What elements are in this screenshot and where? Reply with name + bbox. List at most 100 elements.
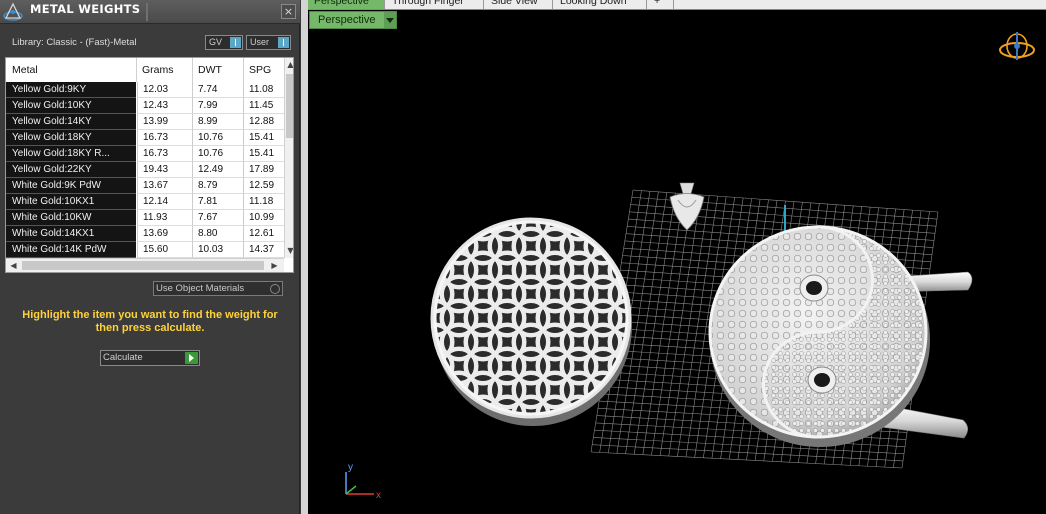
library-label: Library: Classic - (Fast)-Metal: [12, 37, 137, 48]
scroll-down-icon[interactable]: ▼: [286, 246, 293, 256]
grams-cell: 16.73: [137, 130, 192, 146]
column-header-grams[interactable]: Grams: [142, 64, 174, 76]
tab-perspective[interactable]: Perspective: [308, 0, 385, 9]
dwt-cell: 10.76: [192, 146, 243, 162]
y-axis-label: y: [348, 462, 353, 473]
scroll-right-icon[interactable]: ▶: [270, 261, 279, 271]
table-row[interactable]: White Gold:14K PdW 15.60 10.03 14.37: [6, 242, 284, 258]
user-toggle[interactable]: User: [246, 35, 291, 50]
spg-cell: 11.18: [243, 194, 284, 210]
metal-cell: Yellow Gold:18KY R...: [6, 146, 136, 162]
chevron-down-icon: [384, 12, 396, 28]
tab-side-view[interactable]: Side View: [485, 0, 553, 9]
table-header: Metal Grams DWT SPG: [6, 58, 284, 82]
metal-cell: White Gold:9K PdW: [6, 178, 136, 194]
spg-cell: 12.61: [243, 226, 284, 242]
tab-looking-down[interactable]: Looking Down: [554, 0, 647, 9]
spg-cell: 12.88: [243, 114, 284, 130]
tab-through-finger[interactable]: Through Finger: [386, 0, 484, 9]
view-cube-gizmo-icon[interactable]: [999, 32, 1035, 60]
metal-cell: White Gold:14KX1: [6, 226, 136, 242]
dwt-cell: 10.76: [192, 130, 243, 146]
grams-cell: 12.43: [137, 98, 192, 114]
x-axis-label: x: [376, 490, 381, 501]
table-row[interactable]: Yellow Gold:10KY 12.43 7.99 11.45: [6, 98, 284, 114]
vertical-scroll-thumb[interactable]: [286, 74, 293, 138]
use-object-materials-label: Use Object Materials: [156, 283, 245, 294]
metal-cell: Yellow Gold:9KY: [6, 82, 136, 98]
column-header-dwt[interactable]: DWT: [198, 64, 222, 76]
table-row[interactable]: Yellow Gold:9KY 12.03 7.74 11.08: [6, 82, 284, 98]
grams-cell: 16.73: [137, 146, 192, 162]
spg-cell: 10.99: [243, 210, 284, 226]
3d-scene[interactable]: y x: [308, 0, 1046, 514]
table-row[interactable]: Yellow Gold:18KY 16.73 10.76 15.41: [6, 130, 284, 146]
spg-cell: 15.41: [243, 146, 284, 162]
table-row[interactable]: Yellow Gold:14KY 13.99 8.99 12.88: [6, 114, 284, 130]
panel-titlebar[interactable]: METAL WEIGHTS ×: [0, 0, 300, 24]
column-divider: [136, 58, 137, 82]
view-mode-dropdown[interactable]: Perspective: [309, 11, 397, 29]
horizontal-scrollbar[interactable]: ◀ ▶: [6, 258, 284, 272]
flower-of-life-pendant[interactable]: [394, 181, 669, 456]
close-button[interactable]: ×: [281, 4, 296, 19]
bail-model[interactable]: [669, 182, 705, 231]
dwt-cell: 12.49: [192, 162, 243, 178]
spg-cell: 12.59: [243, 178, 284, 194]
play-arrow-icon: [185, 352, 198, 364]
metal-table: Metal Grams DWT SPG Yellow Gold:9KY 12.03…: [5, 57, 294, 273]
toggle-switch-icon: [230, 37, 241, 48]
gv-toggle-label: GV: [209, 37, 223, 47]
grams-cell: 13.69: [137, 226, 192, 242]
user-toggle-label: User: [250, 37, 270, 47]
grams-cell: 12.14: [137, 194, 192, 210]
table-body: Yellow Gold:9KY 12.03 7.74 11.08 Yellow Gold…: [6, 82, 284, 258]
metal-cell: White Gold:10KX1: [6, 194, 136, 210]
table-row[interactable]: White Gold:10KW 11.93 7.67 10.99: [6, 210, 284, 226]
column-divider: [192, 58, 193, 82]
view-mode-label: Perspective: [318, 14, 376, 26]
table-row[interactable]: Yellow Gold:18KY R... 16.73 10.76 15.41: [6, 146, 284, 162]
use-object-materials-toggle[interactable]: Use Object Materials: [153, 281, 283, 296]
grams-cell: 13.67: [137, 178, 192, 194]
table-row[interactable]: White Gold:14KX1 13.69 8.80 12.61: [6, 226, 284, 242]
add-view-button[interactable]: +: [648, 0, 674, 9]
table-row[interactable]: White Gold:9K PdW 13.67 8.79 12.59: [6, 178, 284, 194]
metal-cell: Yellow Gold:22KY: [6, 162, 136, 178]
column-divider: [243, 58, 244, 82]
dwt-cell: 8.99: [192, 114, 243, 130]
dwt-cell: 7.67: [192, 210, 243, 226]
scroll-left-icon[interactable]: ◀: [9, 261, 18, 271]
table-row[interactable]: Yellow Gold:22KY 19.43 12.49 17.89: [6, 162, 284, 178]
metal-weights-panel: METAL WEIGHTS × Library: Classic - (Fast…: [0, 0, 300, 514]
radio-icon: [270, 284, 280, 294]
column-header-spg[interactable]: SPG: [249, 64, 271, 76]
metal-cell: Yellow Gold:14KY: [6, 114, 136, 130]
horizontal-scroll-thumb[interactable]: [22, 261, 264, 270]
dwt-cell: 7.74: [192, 82, 243, 98]
instruction-text: Highlight the item you want to find the …: [22, 309, 278, 334]
app-logo-icon: [3, 2, 23, 21]
table-row[interactable]: White Gold:10KX1 12.14 7.81 11.18: [6, 194, 284, 210]
panel-splitter[interactable]: [301, 0, 308, 514]
panel-title: METAL WEIGHTS: [30, 2, 141, 16]
grams-cell: 13.99: [137, 114, 192, 130]
grams-cell: 11.93: [137, 210, 192, 226]
scroll-up-icon[interactable]: ▲: [286, 60, 293, 70]
dwt-cell: 10.03: [192, 242, 243, 258]
spg-cell: 15.41: [243, 130, 284, 146]
calculate-button[interactable]: Calculate: [100, 350, 200, 366]
metal-cell: White Gold:10KW: [6, 210, 136, 226]
gv-toggle[interactable]: GV: [205, 35, 243, 50]
3d-viewport[interactable]: y x Perspective Through Finger Side View…: [308, 0, 1046, 514]
title-divider: [146, 3, 148, 21]
column-header-metal[interactable]: Metal: [12, 64, 38, 76]
yin-yang-pendant[interactable]: [708, 225, 930, 447]
metal-cell: White Gold:14K PdW: [6, 242, 136, 258]
axis-indicator: y x: [345, 462, 381, 501]
dwt-cell: 7.99: [192, 98, 243, 114]
toggle-switch-icon: [278, 37, 289, 48]
grams-cell: 15.60: [137, 242, 192, 258]
vertical-scrollbar[interactable]: ▲ ▼: [284, 58, 293, 258]
metal-cell: Yellow Gold:10KY: [6, 98, 136, 114]
